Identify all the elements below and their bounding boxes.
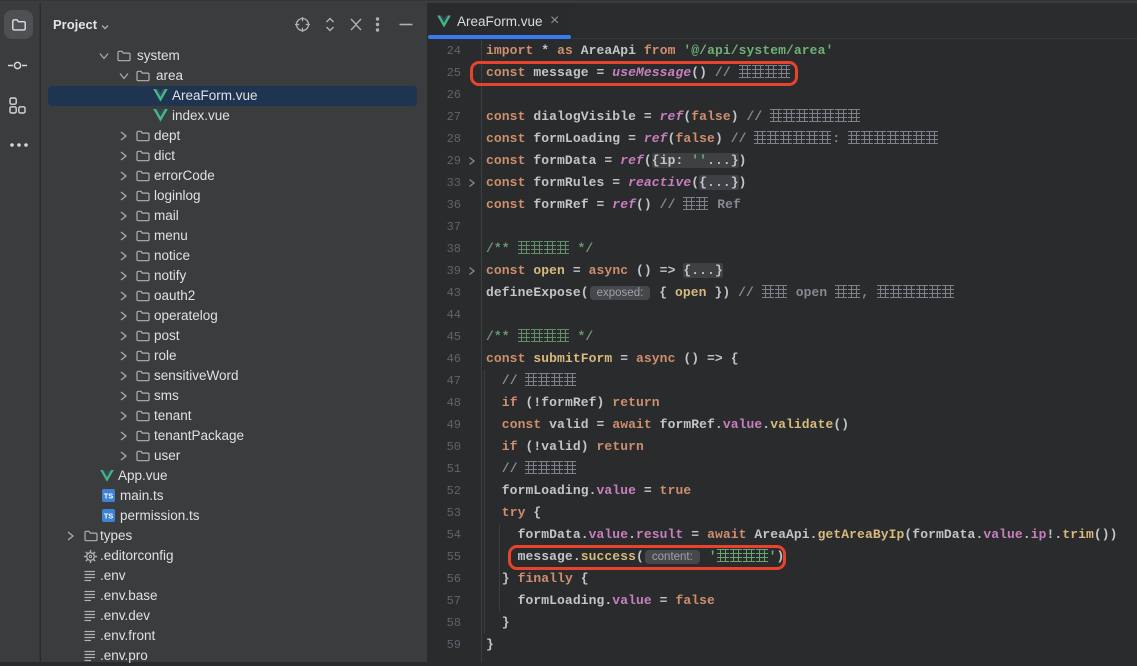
svg-text:TS: TS — [104, 492, 114, 501]
svg-text:TS: TS — [104, 512, 114, 521]
